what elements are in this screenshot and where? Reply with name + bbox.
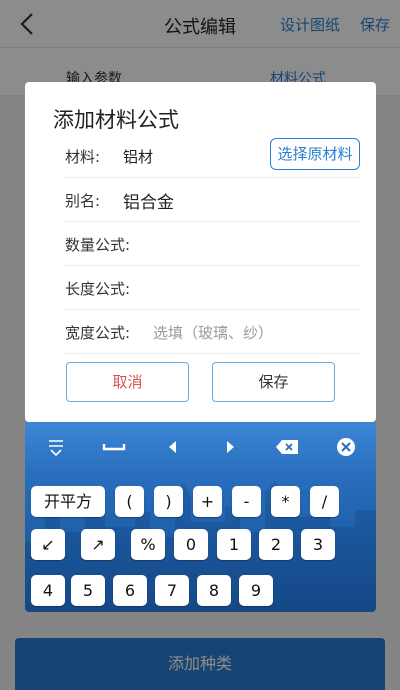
close-keyboard-icon[interactable] <box>331 434 361 460</box>
select-material-button[interactable]: 选择原材料 <box>270 138 360 170</box>
key-close-paren[interactable]: ) <box>154 486 183 517</box>
key-minus[interactable]: - <box>232 486 261 517</box>
material-label: 材料: <box>65 148 101 166</box>
key-4[interactable]: 4 <box>31 575 65 606</box>
material-row: 材料: 铝材 选择原材料 <box>65 134 360 178</box>
backspace-icon[interactable] <box>272 434 302 460</box>
key-arrow-down-left[interactable]: ↙ <box>31 529 65 560</box>
add-material-formula-dialog: 添加材料公式 材料: 铝材 选择原材料 别名: 铝合金 数量公式: 长度公式: … <box>25 82 376 422</box>
key-9[interactable]: 9 <box>239 575 273 606</box>
width-formula-label: 宽度公式: <box>65 324 131 342</box>
length-formula-row[interactable]: 长度公式: <box>65 266 360 310</box>
length-formula-label: 长度公式: <box>65 280 131 298</box>
key-percent[interactable]: % <box>131 529 165 560</box>
space-icon[interactable] <box>99 434 129 460</box>
key-plus[interactable]: + <box>193 486 222 517</box>
keyboard-toolbar <box>25 422 376 474</box>
dialog-title: 添加材料公式 <box>53 108 179 132</box>
quantity-formula-label: 数量公式: <box>65 236 131 254</box>
key-1[interactable]: 1 <box>217 529 251 560</box>
key-arrow-up-right[interactable]: ↗ <box>81 529 115 560</box>
key-8[interactable]: 8 <box>197 575 231 606</box>
key-6[interactable]: 6 <box>113 575 147 606</box>
right-arrow-icon[interactable] <box>215 434 245 460</box>
key-0[interactable]: 0 <box>174 529 208 560</box>
material-value: 铝材 <box>123 148 154 166</box>
key-2[interactable]: 2 <box>259 529 293 560</box>
collapse-keyboard-icon[interactable] <box>41 434 71 460</box>
left-arrow-icon[interactable] <box>158 434 188 460</box>
key-multiply[interactable]: * <box>271 486 300 517</box>
quantity-formula-row[interactable]: 数量公式: <box>65 222 360 266</box>
alias-row[interactable]: 别名: 铝合金 <box>65 178 360 222</box>
alias-input[interactable]: 铝合金 <box>123 188 174 213</box>
save-button[interactable]: 保存 <box>212 362 335 402</box>
width-formula-input[interactable]: 选填（玻璃、纱） <box>153 322 273 343</box>
cancel-button[interactable]: 取消 <box>66 362 189 402</box>
key-3[interactable]: 3 <box>301 529 335 560</box>
alias-label: 别名: <box>65 192 101 210</box>
key-sqrt[interactable]: 开平方 <box>31 486 105 517</box>
key-open-paren[interactable]: ( <box>115 486 144 517</box>
key-divide[interactable]: / <box>310 486 339 517</box>
formula-keyboard: 开平方 ( ) + - * / ↙ ↗ % 0 1 2 3 4 5 6 7 8 … <box>25 422 376 612</box>
width-formula-row[interactable]: 宽度公式: 选填（玻璃、纱） <box>65 310 360 354</box>
key-7[interactable]: 7 <box>155 575 189 606</box>
key-5[interactable]: 5 <box>71 575 105 606</box>
